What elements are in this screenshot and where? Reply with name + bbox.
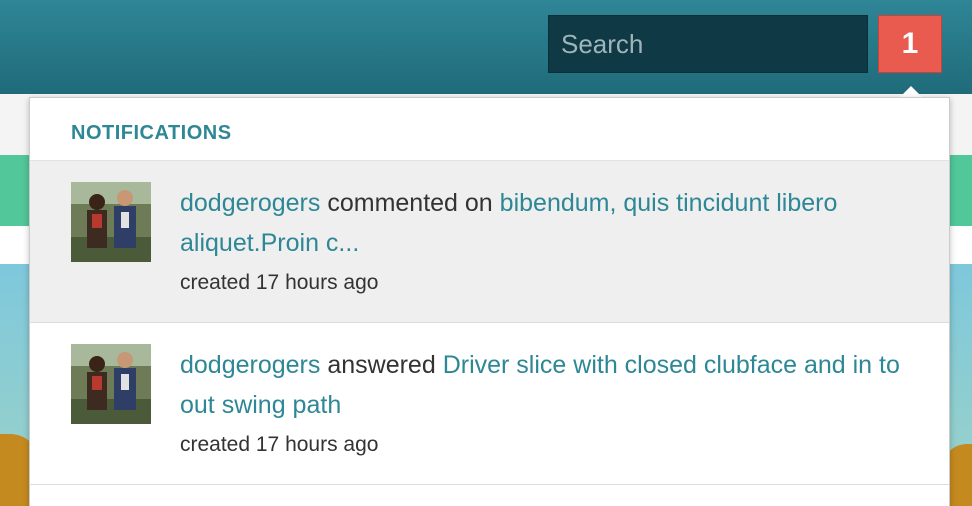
notification-count: 1 bbox=[901, 27, 919, 60]
notification-item[interactable]: dodgerogers answered Driver slice with c… bbox=[30, 323, 949, 485]
notification-action: answered bbox=[327, 351, 436, 379]
notification-count-button[interactable]: 1 bbox=[878, 15, 942, 73]
notification-timestamp: created 17 hours ago bbox=[180, 433, 379, 456]
notifications-title: NOTIFICATIONS bbox=[30, 98, 949, 161]
notification-user-link[interactable]: dodgerogers bbox=[180, 351, 320, 379]
notification-text: dodgerogers commented on bibendum, quis … bbox=[180, 183, 930, 301]
avatar[interactable] bbox=[71, 182, 151, 262]
notification-text: dodgerogers answered Driver slice with c… bbox=[180, 345, 930, 463]
notification-user-link[interactable]: dodgerogers bbox=[180, 189, 320, 217]
avatar[interactable] bbox=[71, 344, 151, 424]
notification-timestamp: created 17 hours ago bbox=[180, 271, 379, 294]
search-input[interactable]: Search bbox=[548, 15, 868, 73]
dropdown-caret bbox=[900, 86, 922, 97]
notifications-dropdown: NOTIFICATIONS dodgerogers commented on b… bbox=[29, 97, 950, 506]
notification-action: commented on bbox=[327, 189, 493, 217]
search-placeholder: Search bbox=[561, 28, 644, 59]
notification-item[interactable]: dodgerogers commented on bibendum, quis … bbox=[30, 161, 949, 323]
